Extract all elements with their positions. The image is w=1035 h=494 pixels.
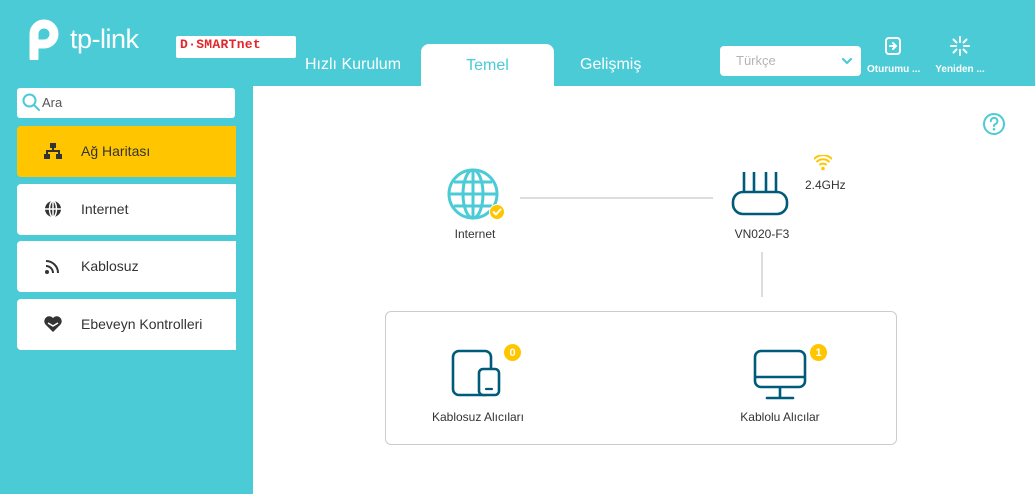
wired-clients-label: Kablolu Alıcılar	[740, 410, 820, 424]
wired-clients-node[interactable]	[752, 349, 808, 401]
router-label: VN020-F3	[734, 227, 790, 241]
monitor-icon	[753, 349, 807, 400]
router-node[interactable]	[730, 168, 790, 218]
wireless-clients-label: Kablosuz Alıcıları	[431, 410, 525, 424]
router-icon	[731, 172, 789, 216]
internet-label: Internet	[454, 227, 496, 241]
band-label: 2.4GHz	[805, 178, 846, 192]
wireless-clients-node[interactable]	[451, 349, 501, 397]
tablet-phone-icon	[451, 349, 501, 397]
wired-clients-count: 1	[809, 343, 828, 362]
internet-node[interactable]	[445, 167, 505, 223]
wireless-clients-count: 0	[503, 343, 522, 362]
check-icon	[489, 204, 505, 220]
wifi-icon	[814, 155, 832, 171]
